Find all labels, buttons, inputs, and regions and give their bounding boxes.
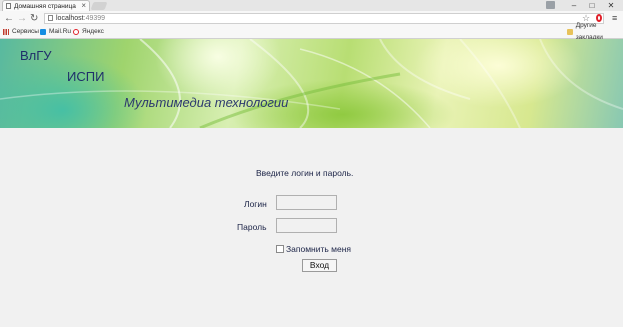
bookmark-services[interactable]: Сервисы: [3, 26, 39, 38]
yandex-icon: [73, 29, 79, 35]
other-bookmarks[interactable]: Другие закладки: [567, 22, 623, 41]
bookmark-label: Сервисы: [12, 28, 39, 35]
new-tab-button[interactable]: [90, 2, 108, 10]
back-arrow-icon[interactable]: ←: [4, 11, 14, 26]
page-info-icon: [48, 15, 53, 21]
banner-subtitle: Мультимедиа технологии: [124, 95, 289, 110]
browser-tab[interactable]: Домашняя страница ×: [2, 0, 90, 11]
banner-institute: ИСПИ: [67, 69, 105, 84]
restore-button[interactable]: □: [584, 0, 600, 11]
mailru-icon: [40, 29, 46, 35]
password-input[interactable]: [276, 218, 337, 233]
close-window-button[interactable]: ✕: [603, 0, 619, 11]
reload-icon[interactable]: ↻: [30, 11, 38, 26]
bookmarks-bar: Сервисы Mail.Ru Яндекс Другие закладки: [0, 22, 623, 41]
tab-strip: Домашняя страница × – □ ✕: [0, 0, 623, 11]
bookmark-yandex[interactable]: Яндекс: [73, 26, 104, 38]
login-prompt: Введите логин и пароль.: [256, 168, 354, 178]
login-input[interactable]: [276, 195, 337, 210]
address-bar[interactable]: localhost:49399: [44, 13, 604, 24]
bookmark-label: Яндекс: [82, 28, 104, 35]
page-icon: [6, 3, 11, 9]
login-label: Логин: [244, 199, 267, 209]
minimize-button[interactable]: –: [566, 0, 582, 11]
bookmark-mailru[interactable]: Mail.Ru: [40, 26, 71, 38]
profile-icon[interactable]: [546, 1, 555, 9]
folder-icon: [567, 29, 573, 35]
remember-me-label[interactable]: Запомнить меня: [286, 244, 351, 254]
login-button[interactable]: Вход: [302, 259, 337, 272]
password-label: Пароль: [237, 222, 267, 232]
address-port: :49399: [83, 15, 106, 22]
header-banner: ВлГУ ИСПИ Мультимедиа технологии: [0, 39, 623, 128]
address-host: localhost: [56, 15, 84, 22]
tab-title: Домашняя страница: [14, 2, 76, 10]
banner-university: ВлГУ: [20, 48, 52, 63]
remember-me-checkbox[interactable]: [276, 245, 284, 253]
apps-grid-icon: [3, 29, 9, 35]
forward-arrow-icon[interactable]: →: [17, 11, 27, 26]
bookmark-label: Mail.Ru: [49, 28, 72, 35]
tab-close-icon[interactable]: ×: [81, 1, 86, 11]
